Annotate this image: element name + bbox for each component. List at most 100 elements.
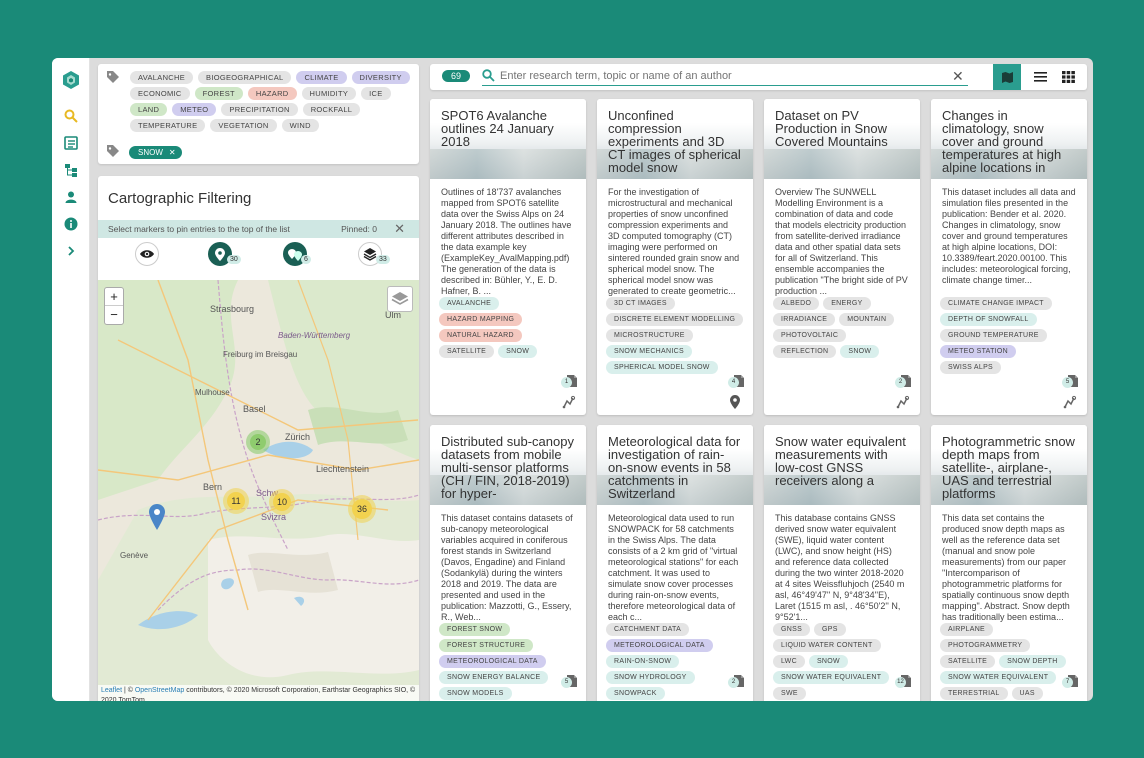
card-tag[interactable]: REFLECTION [773,345,837,358]
location-pin-icon[interactable] [729,395,743,409]
result-card[interactable]: Snow water equivalent measurements with … [764,425,920,701]
documents-icon[interactable]: 5 [1062,374,1078,388]
tag-chip[interactable]: METEO [172,103,217,116]
card-tag[interactable]: LIQUID WATER CONTENT [773,639,881,652]
card-tag[interactable]: AIRPLANE [940,623,994,636]
card-tag[interactable]: 3D CT IMAGES [606,297,675,310]
card-tag[interactable]: SNOW MODELS [439,687,512,700]
list-view-button[interactable] [1026,64,1054,90]
tag-chip[interactable]: CLIMATE [296,71,347,84]
card-tag[interactable]: SNOW [840,345,880,358]
tag-chip[interactable]: LAND [130,103,168,116]
tag-chip[interactable]: HUMIDITY [301,87,357,100]
card-title[interactable]: Photogrammetric snow depth maps from sat… [931,425,1087,505]
result-card[interactable]: SPOT6 Avalanche outlines 24 January 2018… [430,99,586,415]
card-tag[interactable]: FOREST SNOW [439,623,511,636]
search-icon[interactable] [61,106,81,126]
unlocated-icon[interactable] [1063,395,1077,409]
result-card[interactable]: Meteorological data for investigation of… [597,425,753,701]
card-tag[interactable]: AVALANCHE [439,297,500,310]
card-title[interactable]: Meteorological data for investigation of… [597,425,753,505]
tag-chip[interactable]: FOREST [194,87,243,100]
map-view-button[interactable] [993,64,1021,90]
close-pin-bar-icon[interactable]: ✕ [394,221,405,237]
search-input[interactable] [500,68,970,84]
card-title[interactable]: Changes in climatology, snow cover and g… [931,99,1087,179]
result-card[interactable]: Dataset on PV Production in Snow Covered… [764,99,920,415]
zoom-in-button[interactable]: + [105,288,123,306]
expand-chevron-icon[interactable] [61,241,81,261]
card-tag[interactable]: PHOTOGRAMMETRY [940,639,1031,652]
card-tag[interactable]: RAIN-ON-SNOW [606,655,680,668]
card-tag[interactable]: GROUND TEMPERATURE [940,329,1047,342]
card-tag[interactable]: SNOW HYDROLOGY [606,671,695,684]
card-tag[interactable]: SNOW DEPTH [999,655,1066,668]
tag-chip[interactable]: TEMPERATURE [130,119,206,132]
info-icon[interactable] [61,214,81,234]
map-pin-icon[interactable] [149,504,165,535]
tag-chip[interactable]: AVALANCHE [130,71,194,84]
tag-chip[interactable]: DIVERSITY [351,71,410,84]
card-tag[interactable]: METEO STATION [940,345,1017,358]
card-tag[interactable]: SNOWPACK [606,687,665,700]
card-tag[interactable]: PHOTOVOLTAIC [773,329,847,342]
card-title[interactable]: Distributed sub-canopy datasets from mob… [430,425,586,505]
selected-tag-snow[interactable]: SNOW ✕ [129,146,182,159]
card-tag[interactable]: SNOW [498,345,538,358]
card-tag[interactable]: SPHERICAL MODEL SNOW [606,361,718,374]
map-cluster[interactable]: 11 [223,488,249,514]
list-icon[interactable] [61,133,81,153]
card-tag[interactable]: NATURAL HAZARD [439,329,522,342]
unlocated-icon[interactable] [896,395,910,409]
card-tag[interactable]: DEPTH OF SNOWFALL [940,313,1037,326]
map-cluster[interactable]: 10 [269,489,295,515]
leaflet-link[interactable]: Leaflet [101,687,122,694]
card-tag[interactable]: MOUNTAIN [839,313,895,326]
card-tag[interactable]: METEOROLOGICAL DATA [606,639,713,652]
result-card[interactable]: Unconfined compression experiments and 3… [597,99,753,415]
tag-chip[interactable]: PRECIPITATION [221,103,298,116]
remove-tag-icon[interactable]: ✕ [169,148,176,157]
tag-chip[interactable]: VEGETATION [210,119,277,132]
card-tag[interactable]: LWC [773,655,805,668]
app-logo-icon[interactable] [61,70,81,90]
grid-view-button[interactable] [1054,64,1082,90]
documents-icon[interactable]: 1 [561,374,577,388]
card-tag[interactable]: SNOW [808,655,848,668]
card-tag[interactable]: TERRESTRIAL [940,687,1008,700]
tag-chip[interactable]: BIOGEOGRAPHICAL [198,71,292,84]
documents-icon[interactable]: 5 [561,674,577,688]
card-tag[interactable]: GPS [814,623,846,636]
card-tag[interactable]: UAS [1011,687,1043,700]
tag-chip[interactable]: HAZARD [247,87,297,100]
card-tag[interactable]: ALBEDO [773,297,820,310]
documents-icon[interactable]: 2 [728,674,744,688]
card-tag[interactable]: SNOW MECHANICS [606,345,692,358]
card-tag[interactable]: CATCHMENT DATA [606,623,690,636]
card-tag[interactable]: MICROSTRUCTURE [606,329,693,342]
card-tag[interactable]: IRRADIANCE [773,313,836,326]
documents-icon[interactable]: 12 [895,674,911,688]
clear-search-icon[interactable]: ✕ [952,68,964,85]
documents-icon[interactable]: 2 [895,374,911,388]
card-tag[interactable]: SWE [773,687,806,700]
documents-icon[interactable]: 7 [1062,674,1078,688]
card-title[interactable]: SPOT6 Avalanche outlines 24 January 2018 [430,99,586,179]
unlocated-icon[interactable] [562,395,576,409]
card-tag[interactable]: ENERGY [823,297,871,310]
user-icon[interactable] [61,187,81,207]
card-tag[interactable]: SATELLITE [940,655,996,668]
hierarchy-icon[interactable] [61,160,81,180]
card-tag[interactable]: SWISS ALPS [940,361,1002,374]
map-layers-button[interactable] [387,286,413,312]
tag-chip[interactable]: ECONOMIC [130,87,190,100]
card-tag[interactable]: SNOW ENERGY BALANCE [439,671,549,684]
card-tag[interactable]: SNOW WATER EQUIVALENT [773,671,890,684]
card-title[interactable]: Snow water equivalent measurements with … [764,425,920,505]
card-tag[interactable]: SNOW WATER EQUIVALENT [940,671,1057,684]
map-cluster[interactable]: 36 [348,495,376,523]
card-tag[interactable]: DISCRETE ELEMENT MODELLING [606,313,744,326]
card-tag[interactable]: CLIMATE CHANGE IMPACT [940,297,1052,310]
result-card[interactable]: Photogrammetric snow depth maps from sat… [931,425,1087,701]
tag-chip[interactable]: WIND [281,119,319,132]
